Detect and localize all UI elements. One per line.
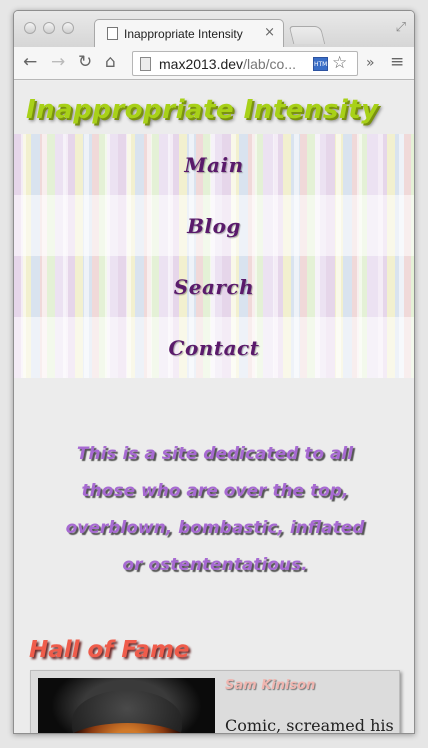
entry-description: Comic, screamed his <box>225 716 394 734</box>
bookmark-star-icon[interactable]: ☆ <box>332 53 347 73</box>
web-page: Inappropriate Intensity Main Blog Search… <box>14 81 414 734</box>
nav-item-contact[interactable]: Contact <box>14 317 414 378</box>
html5-extension-icon[interactable]: HTML <box>313 57 331 71</box>
new-tab-button[interactable] <box>288 26 326 44</box>
tab-title: Inappropriate Intensity <box>124 27 243 41</box>
page-icon <box>140 57 151 71</box>
main-nav: Main Blog Search Contact <box>14 134 414 378</box>
minimize-window-button[interactable] <box>43 22 55 34</box>
menu-icon[interactable]: ≡ <box>390 52 404 72</box>
nav-item-blog[interactable]: Blog <box>14 195 414 256</box>
intro-text: This is a site dedicated to all those wh… <box>65 444 365 575</box>
hall-of-fame-card: Sam Kinison Comic, screamed his <box>30 670 400 734</box>
browser-window: Inappropriate Intensity × ⤢ ← → ↻ ⌂ max2… <box>13 10 415 734</box>
reload-icon[interactable]: ↻ <box>78 52 92 72</box>
zoom-window-button[interactable] <box>62 22 74 34</box>
page-icon <box>107 27 118 40</box>
back-icon[interactable]: ← <box>23 52 37 72</box>
url-text[interactable]: max2013.dev/lab/co... <box>159 56 317 72</box>
nav-label: Main <box>184 152 244 177</box>
site-title[interactable]: Inappropriate Intensity <box>26 95 379 125</box>
forward-icon[interactable]: → <box>51 52 65 72</box>
browser-toolbar: ← → ↻ ⌂ max2013.dev/lab/co... HTML ☆ » ≡ <box>14 47 414 80</box>
tab-close-icon[interactable]: × <box>264 25 275 40</box>
window-controls <box>24 22 74 34</box>
nav-label: Contact <box>168 335 260 360</box>
title-bar: Inappropriate Intensity × ⤢ <box>14 11 414 47</box>
fullscreen-icon[interactable]: ⤢ <box>396 20 406 35</box>
tab-inappropriate-intensity[interactable]: Inappropriate Intensity × <box>94 19 284 47</box>
address-bar[interactable]: max2013.dev/lab/co... HTML ☆ <box>132 51 358 76</box>
home-icon[interactable]: ⌂ <box>105 52 116 72</box>
entry-name: Sam Kinison <box>225 678 316 693</box>
nav-label: Search <box>173 274 255 299</box>
nav-item-search[interactable]: Search <box>14 256 414 317</box>
hall-of-fame-heading: Hall of Fame <box>29 637 190 663</box>
sam-kinison-photo <box>38 678 215 733</box>
nav-label: Blog <box>187 213 241 238</box>
nav-item-main[interactable]: Main <box>14 134 414 195</box>
extensions-overflow-icon[interactable]: » <box>366 53 375 73</box>
close-window-button[interactable] <box>24 22 36 34</box>
